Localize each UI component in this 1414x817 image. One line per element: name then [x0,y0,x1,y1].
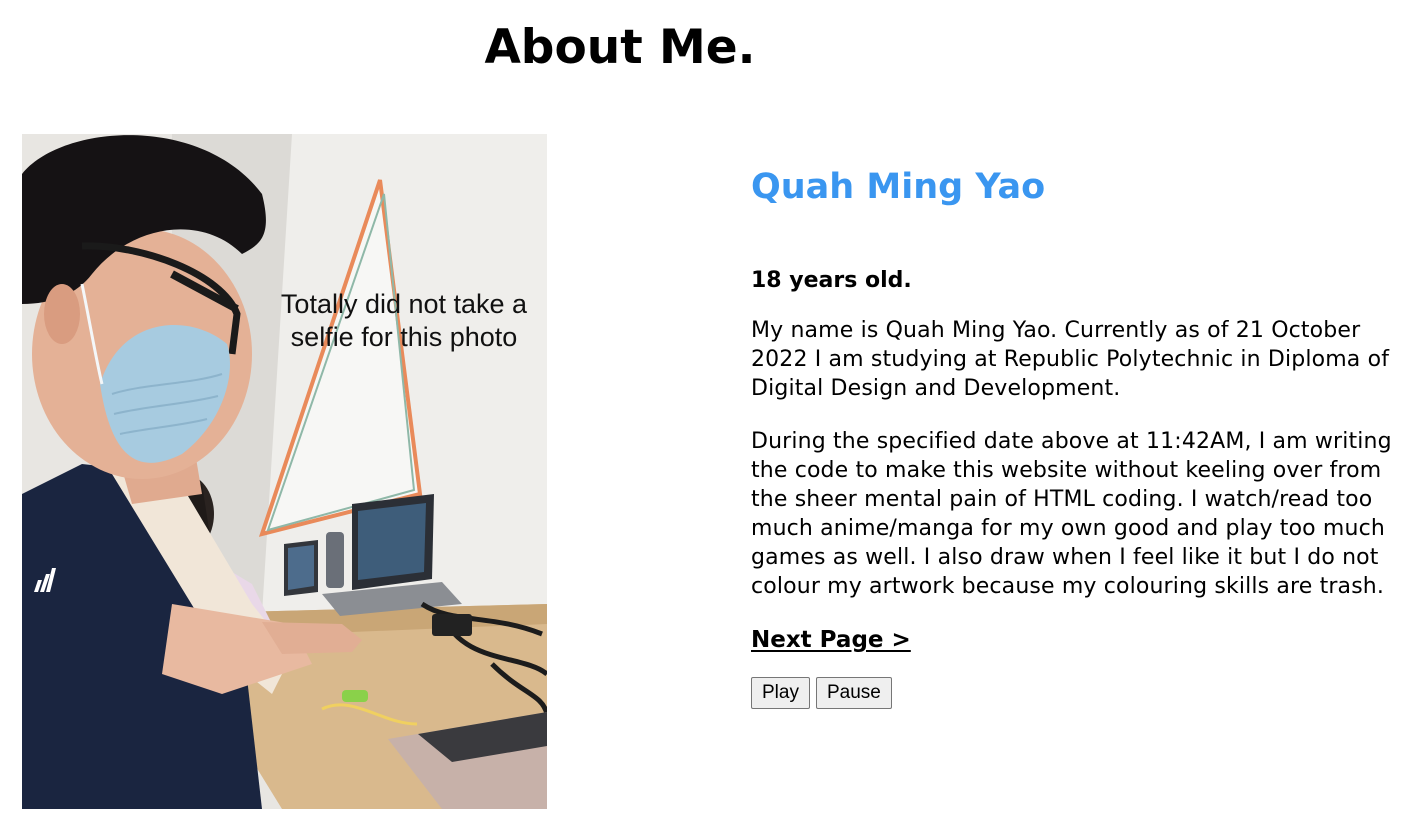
page-title: About Me. [484,20,756,75]
audio-controls: Play Pause [751,677,1411,709]
selfie-illustration [22,134,547,809]
about-content: Quah Ming Yao 18 years old. My name is Q… [751,160,1411,709]
photo-caption: Totally did not take a selfie for this p… [280,289,528,352]
profile-age: 18 years old. [751,268,912,293]
next-page-link[interactable]: Next Page > [751,625,911,655]
bio-paragraph-hobbies: During the specified date above at 11:42… [751,429,1392,599]
bio-paragraph-education: My name is Quah Ming Yao. Currently as o… [751,318,1390,401]
play-button[interactable]: Play [751,677,810,709]
profile-name: Quah Ming Yao [751,167,1046,207]
profile-photo: Totally did not take a selfie for this p… [22,134,547,809]
pause-button[interactable]: Pause [815,677,892,709]
